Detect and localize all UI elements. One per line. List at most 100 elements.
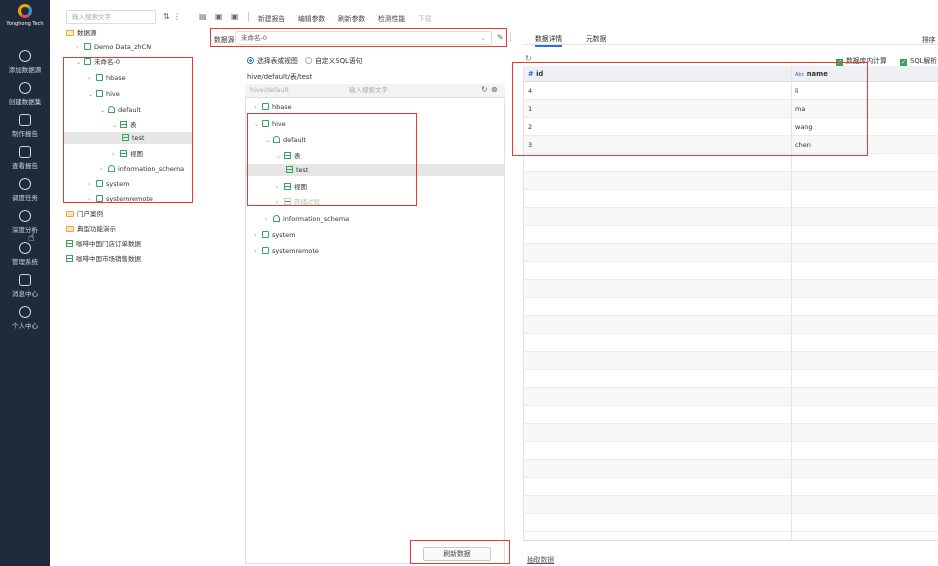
empty-row xyxy=(523,280,938,298)
mid-tree-hbase[interactable]: › hbase xyxy=(254,101,292,113)
empty-row xyxy=(523,334,938,352)
radio-unchecked-icon xyxy=(305,57,312,64)
bell-icon xyxy=(19,274,31,286)
nav-add-datasource[interactable]: 添加数据源 xyxy=(0,50,50,80)
extract-data-link[interactable]: 抽取数据 xyxy=(527,554,554,564)
nav-make-report[interactable]: 制作报告 xyxy=(0,114,50,144)
new-report-button[interactable]: 新建报告 xyxy=(258,13,285,23)
save-icon[interactable]: ▣ xyxy=(215,13,223,21)
nav-create-dataset[interactable]: 创建数据集 xyxy=(0,82,50,112)
download-button[interactable]: 下载 xyxy=(418,13,432,23)
dataset-icon xyxy=(66,255,73,262)
clock-icon xyxy=(19,178,31,190)
toolbar-separator xyxy=(248,12,249,22)
tree-cafe-market[interactable]: 咖啡中国市场销售数据 xyxy=(66,253,141,265)
nav-view-report[interactable]: 查看报告 xyxy=(0,146,50,176)
tree-root-datasource[interactable]: 数据源 xyxy=(66,27,97,39)
mid-tree-systemremote[interactable]: › systemremote xyxy=(254,245,319,257)
monitor-icon xyxy=(19,146,31,158)
database-icon xyxy=(262,231,269,238)
database-icon xyxy=(84,43,91,50)
table-search-input[interactable]: 输入搜索文字 xyxy=(349,84,388,97)
sort-icon[interactable]: ⇅ xyxy=(163,13,171,21)
empty-row xyxy=(523,460,938,478)
nav-schedule[interactable]: 调度任务 xyxy=(0,178,50,208)
empty-row xyxy=(523,298,938,316)
check-performance-button[interactable]: 检测性能 xyxy=(378,13,405,23)
schema-icon xyxy=(273,215,280,222)
empty-row xyxy=(523,514,938,532)
mid-tree-info-schema[interactable]: › information_schema xyxy=(265,213,349,225)
empty-row xyxy=(523,190,938,208)
chevron-right-icon: › xyxy=(254,248,257,255)
sql-parse-checkbox[interactable]: ✓ SQL解析 xyxy=(900,55,937,66)
tree-typical[interactable]: 典型功能演示 xyxy=(66,223,116,235)
empty-row xyxy=(523,352,938,370)
save-as-icon[interactable]: ▣ xyxy=(231,13,239,21)
nav-deep-analysis[interactable]: 深度分析 xyxy=(0,210,50,240)
radio-custom-sql[interactable]: 自定义SQL语句 xyxy=(305,55,362,65)
empty-row xyxy=(523,388,938,406)
logo-ring-icon xyxy=(18,4,32,18)
refresh-icon[interactable]: ↻ xyxy=(481,85,488,94)
nav-admin[interactable]: 管理系统 xyxy=(0,242,50,272)
more-icon[interactable]: ⋮ xyxy=(173,13,181,21)
empty-row xyxy=(523,316,938,334)
empty-row xyxy=(523,370,938,388)
left-nav: Yonghong Tech 添加数据源 创建数据集 制作报告 查看报告 调度任务… xyxy=(0,0,50,566)
radio-table-view[interactable]: 选择表或视图 xyxy=(247,55,298,65)
empty-row xyxy=(523,208,938,226)
brand-logo: Yonghong Tech xyxy=(3,4,47,34)
empty-row xyxy=(523,262,938,280)
tree-search-input[interactable]: 输入搜索文字 xyxy=(66,10,156,24)
collapse-icon[interactable]: ▏ xyxy=(510,34,518,42)
close-icon[interactable]: ⊗ xyxy=(491,85,498,94)
tree-demo-data[interactable]: › Demo Data_zhCN xyxy=(76,41,151,53)
tab-metadata[interactable]: 元数据 xyxy=(586,33,606,43)
tab-divider xyxy=(523,44,938,45)
folder-icon xyxy=(66,226,74,232)
edit-params-button[interactable]: 编辑参数 xyxy=(298,13,325,23)
chart-icon xyxy=(19,114,31,126)
empty-row xyxy=(523,244,938,262)
table-tree-search-bar: hive/default 输入搜索文字 ↻ ⊗ xyxy=(245,84,505,98)
chevron-right-icon: › xyxy=(265,216,268,223)
mid-tree-system[interactable]: › system xyxy=(254,229,296,241)
highlight-box-grid xyxy=(512,62,868,156)
folder-icon xyxy=(66,211,74,217)
empty-row xyxy=(523,496,938,514)
layers-icon xyxy=(19,82,31,94)
chevron-right-icon: › xyxy=(76,44,79,51)
empty-row xyxy=(523,406,938,424)
hand-cursor-icon: ☝ xyxy=(28,231,35,244)
chevron-right-icon: › xyxy=(254,232,257,239)
checkbox-checked-icon: ✓ xyxy=(900,59,907,66)
empty-row xyxy=(523,424,938,442)
dataset-icon xyxy=(66,240,73,247)
empty-row xyxy=(523,442,938,460)
highlight-box-datasource xyxy=(210,28,507,47)
radio-checked-icon xyxy=(247,57,254,64)
database-icon xyxy=(262,103,269,110)
empty-row xyxy=(523,478,938,496)
nav-messages[interactable]: 消息中心 xyxy=(0,274,50,304)
empty-row xyxy=(523,226,938,244)
highlight-box-middle-tree xyxy=(247,113,417,206)
tree-portal[interactable]: 门户案例 xyxy=(66,208,103,220)
selected-path: hive/default/表/test xyxy=(247,73,313,81)
empty-row xyxy=(523,154,938,172)
search-path-text: hive/default xyxy=(250,86,289,94)
user-icon xyxy=(19,306,31,318)
sort-button[interactable]: 排序 xyxy=(922,34,936,44)
new-file-icon[interactable]: ▤ xyxy=(199,13,207,21)
highlight-box-refresh xyxy=(410,540,510,564)
database-icon xyxy=(262,247,269,254)
network-icon xyxy=(19,210,31,222)
highlight-box-left-tree xyxy=(63,57,193,203)
grid-bottom-border xyxy=(523,540,938,541)
folder-icon xyxy=(66,30,74,36)
tree-cafe-orders[interactable]: 咖啡中国门店订单数据 xyxy=(66,238,141,250)
refresh-params-button[interactable]: 刷新参数 xyxy=(338,13,365,23)
empty-row xyxy=(523,172,938,190)
nav-profile[interactable]: 个人中心 xyxy=(0,306,50,336)
